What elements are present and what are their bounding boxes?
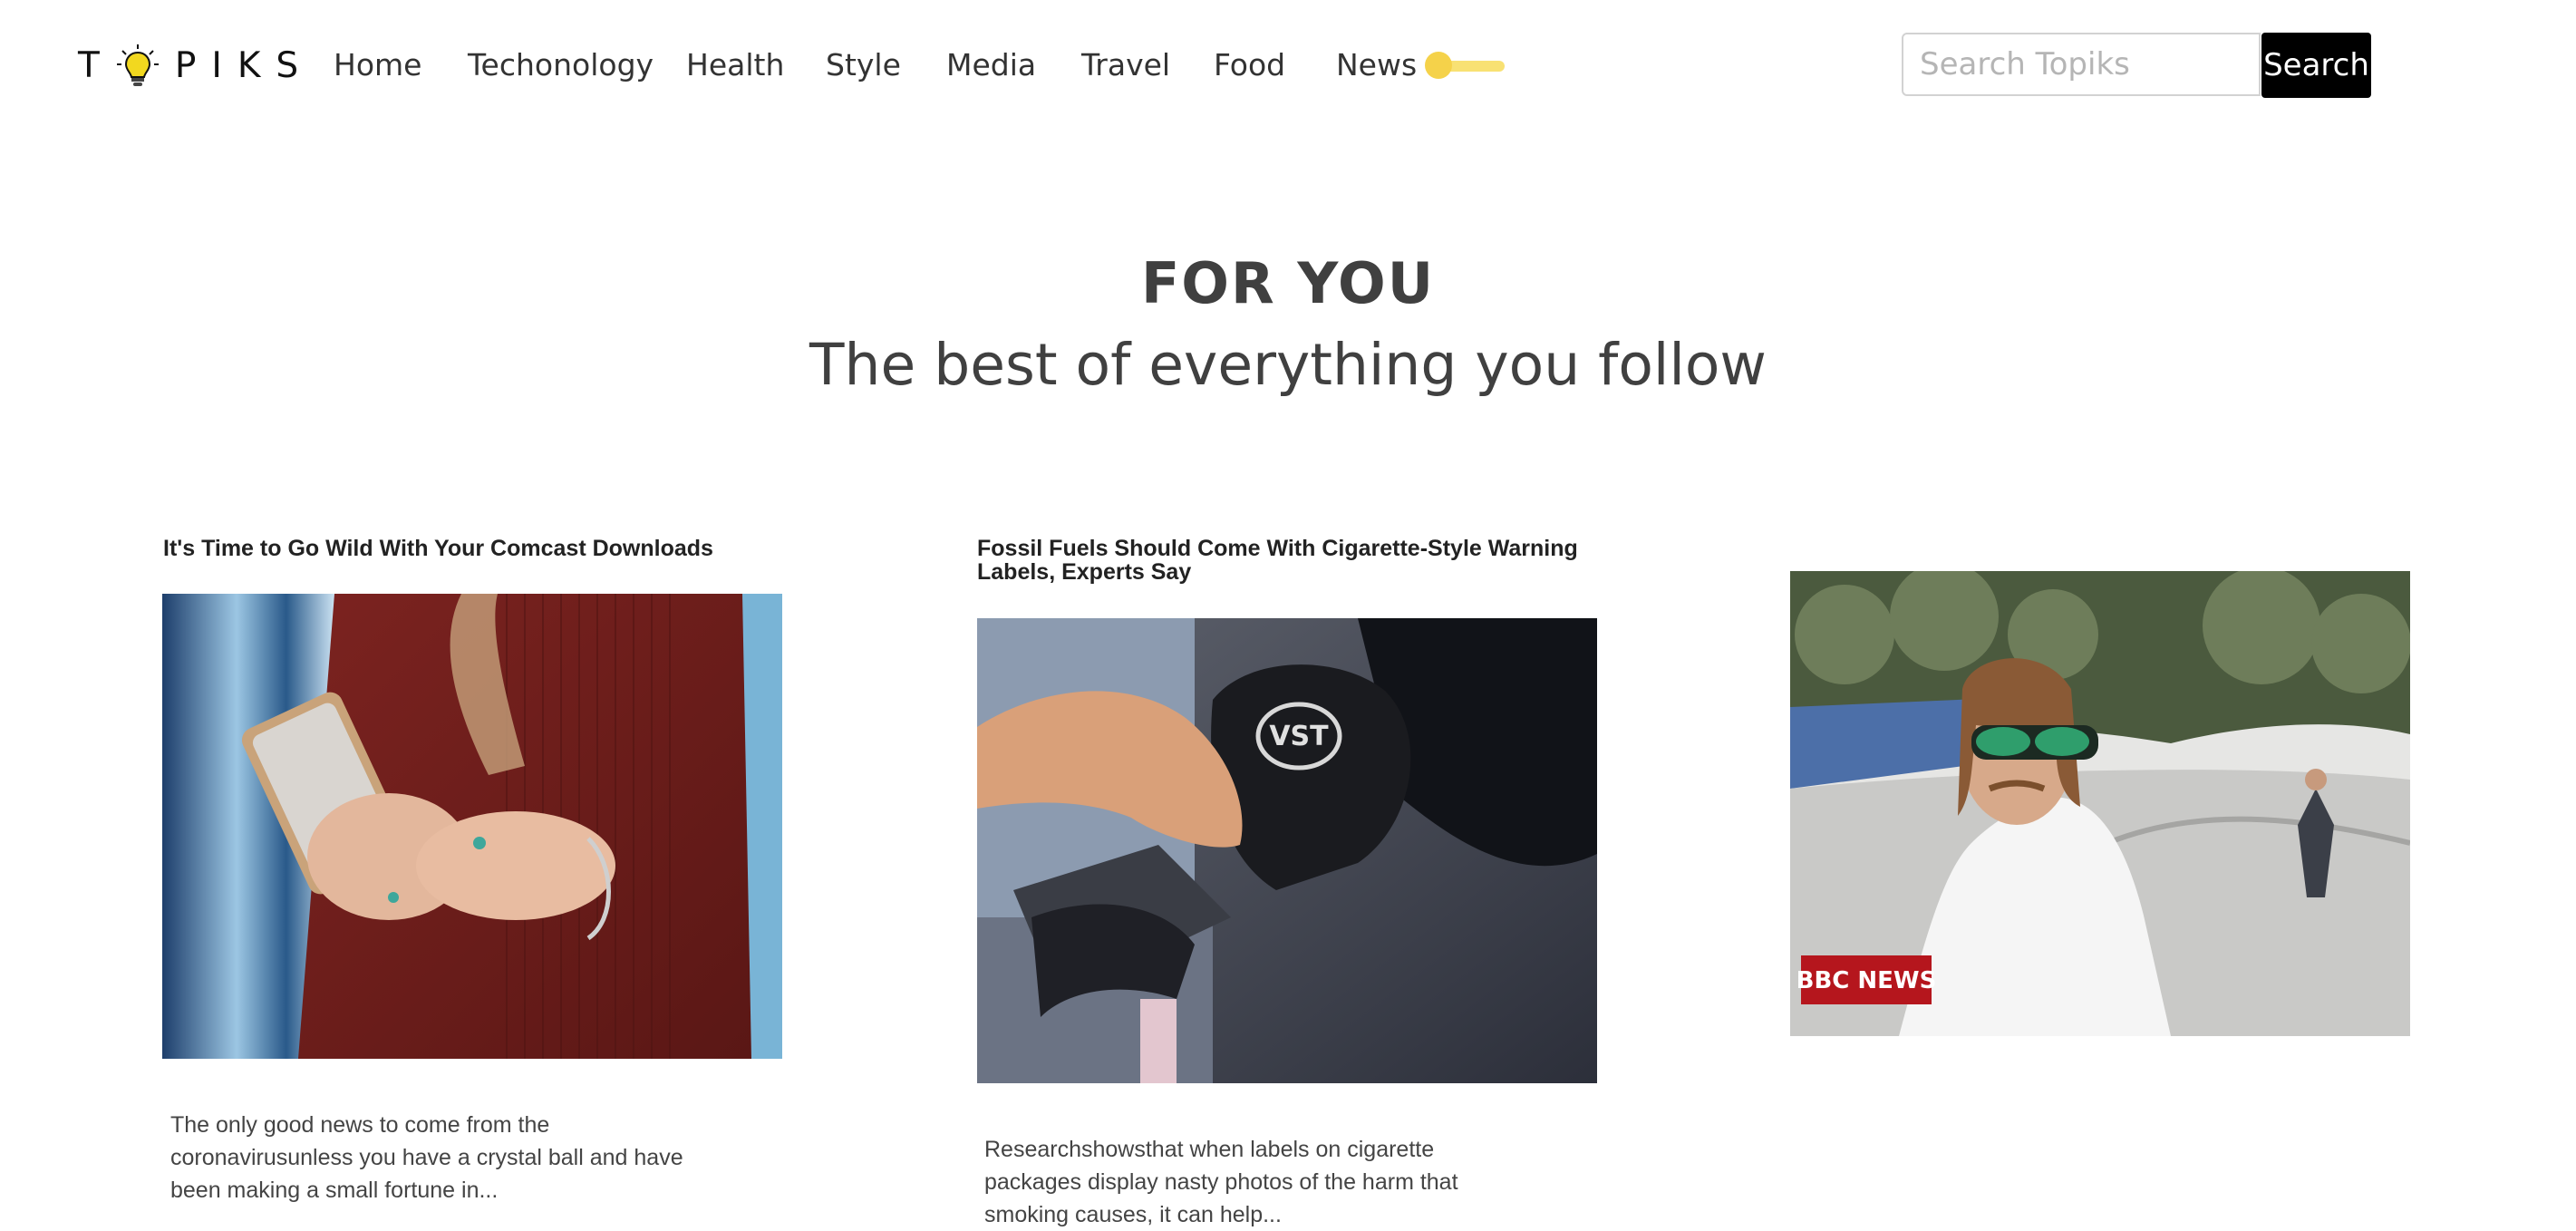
nav-home[interactable]: Home [334, 47, 421, 83]
nav-food[interactable]: Food [1214, 47, 1285, 83]
nav-technology[interactable]: Techonology [468, 47, 654, 83]
bbc-news-badge: BBC NEWS [1796, 955, 1937, 1004]
topiks-logo[interactable]: T PIKS [78, 42, 314, 89]
bbc-news-logo-text: BBC NEWS [1796, 967, 1937, 994]
article-description: Researchshowsthat when labels on cigaret… [984, 1137, 1458, 1227]
article-image-skatepark[interactable]: BBC NEWS [1790, 571, 2410, 1036]
article-image-phone[interactable] [162, 594, 782, 1059]
lightbulb-icon [116, 44, 159, 86]
article-title[interactable]: Fossil Fuels Should Come With Cigarette-… [977, 537, 1612, 584]
top-nav: T PIKS Home Techonology Health Style Med… [0, 0, 2576, 131]
nav-travel[interactable]: Travel [1081, 47, 1170, 83]
nav-news[interactable]: News [1336, 47, 1417, 83]
page-subtitle: The best of everything you follow [809, 332, 1767, 398]
page-title: FOR YOU [1140, 250, 1436, 316]
skatepark-photo: BBC NEWS [1790, 571, 2410, 1036]
fuel-pump-photo: VST [977, 618, 1597, 1083]
nav-health[interactable]: Health [686, 47, 784, 83]
article-description: The only good news to come from the coro… [170, 1112, 683, 1203]
article-title[interactable]: It's Time to Go Wild With Your Comcast D… [163, 537, 798, 560]
phone-photo [162, 594, 782, 1059]
nav-media[interactable]: Media [946, 47, 1036, 83]
logo-wordmark: PIKS [174, 44, 315, 86]
search-button[interactable]: Search [2261, 33, 2371, 98]
theme-toggle-switch[interactable] [1419, 52, 1506, 79]
article-image-fuel-pump[interactable]: VST [977, 618, 1597, 1083]
search-input[interactable] [1902, 33, 2261, 96]
toggle-knob [1425, 52, 1452, 79]
nav-style[interactable]: Style [826, 47, 901, 83]
svg-text:VST: VST [1269, 721, 1329, 752]
